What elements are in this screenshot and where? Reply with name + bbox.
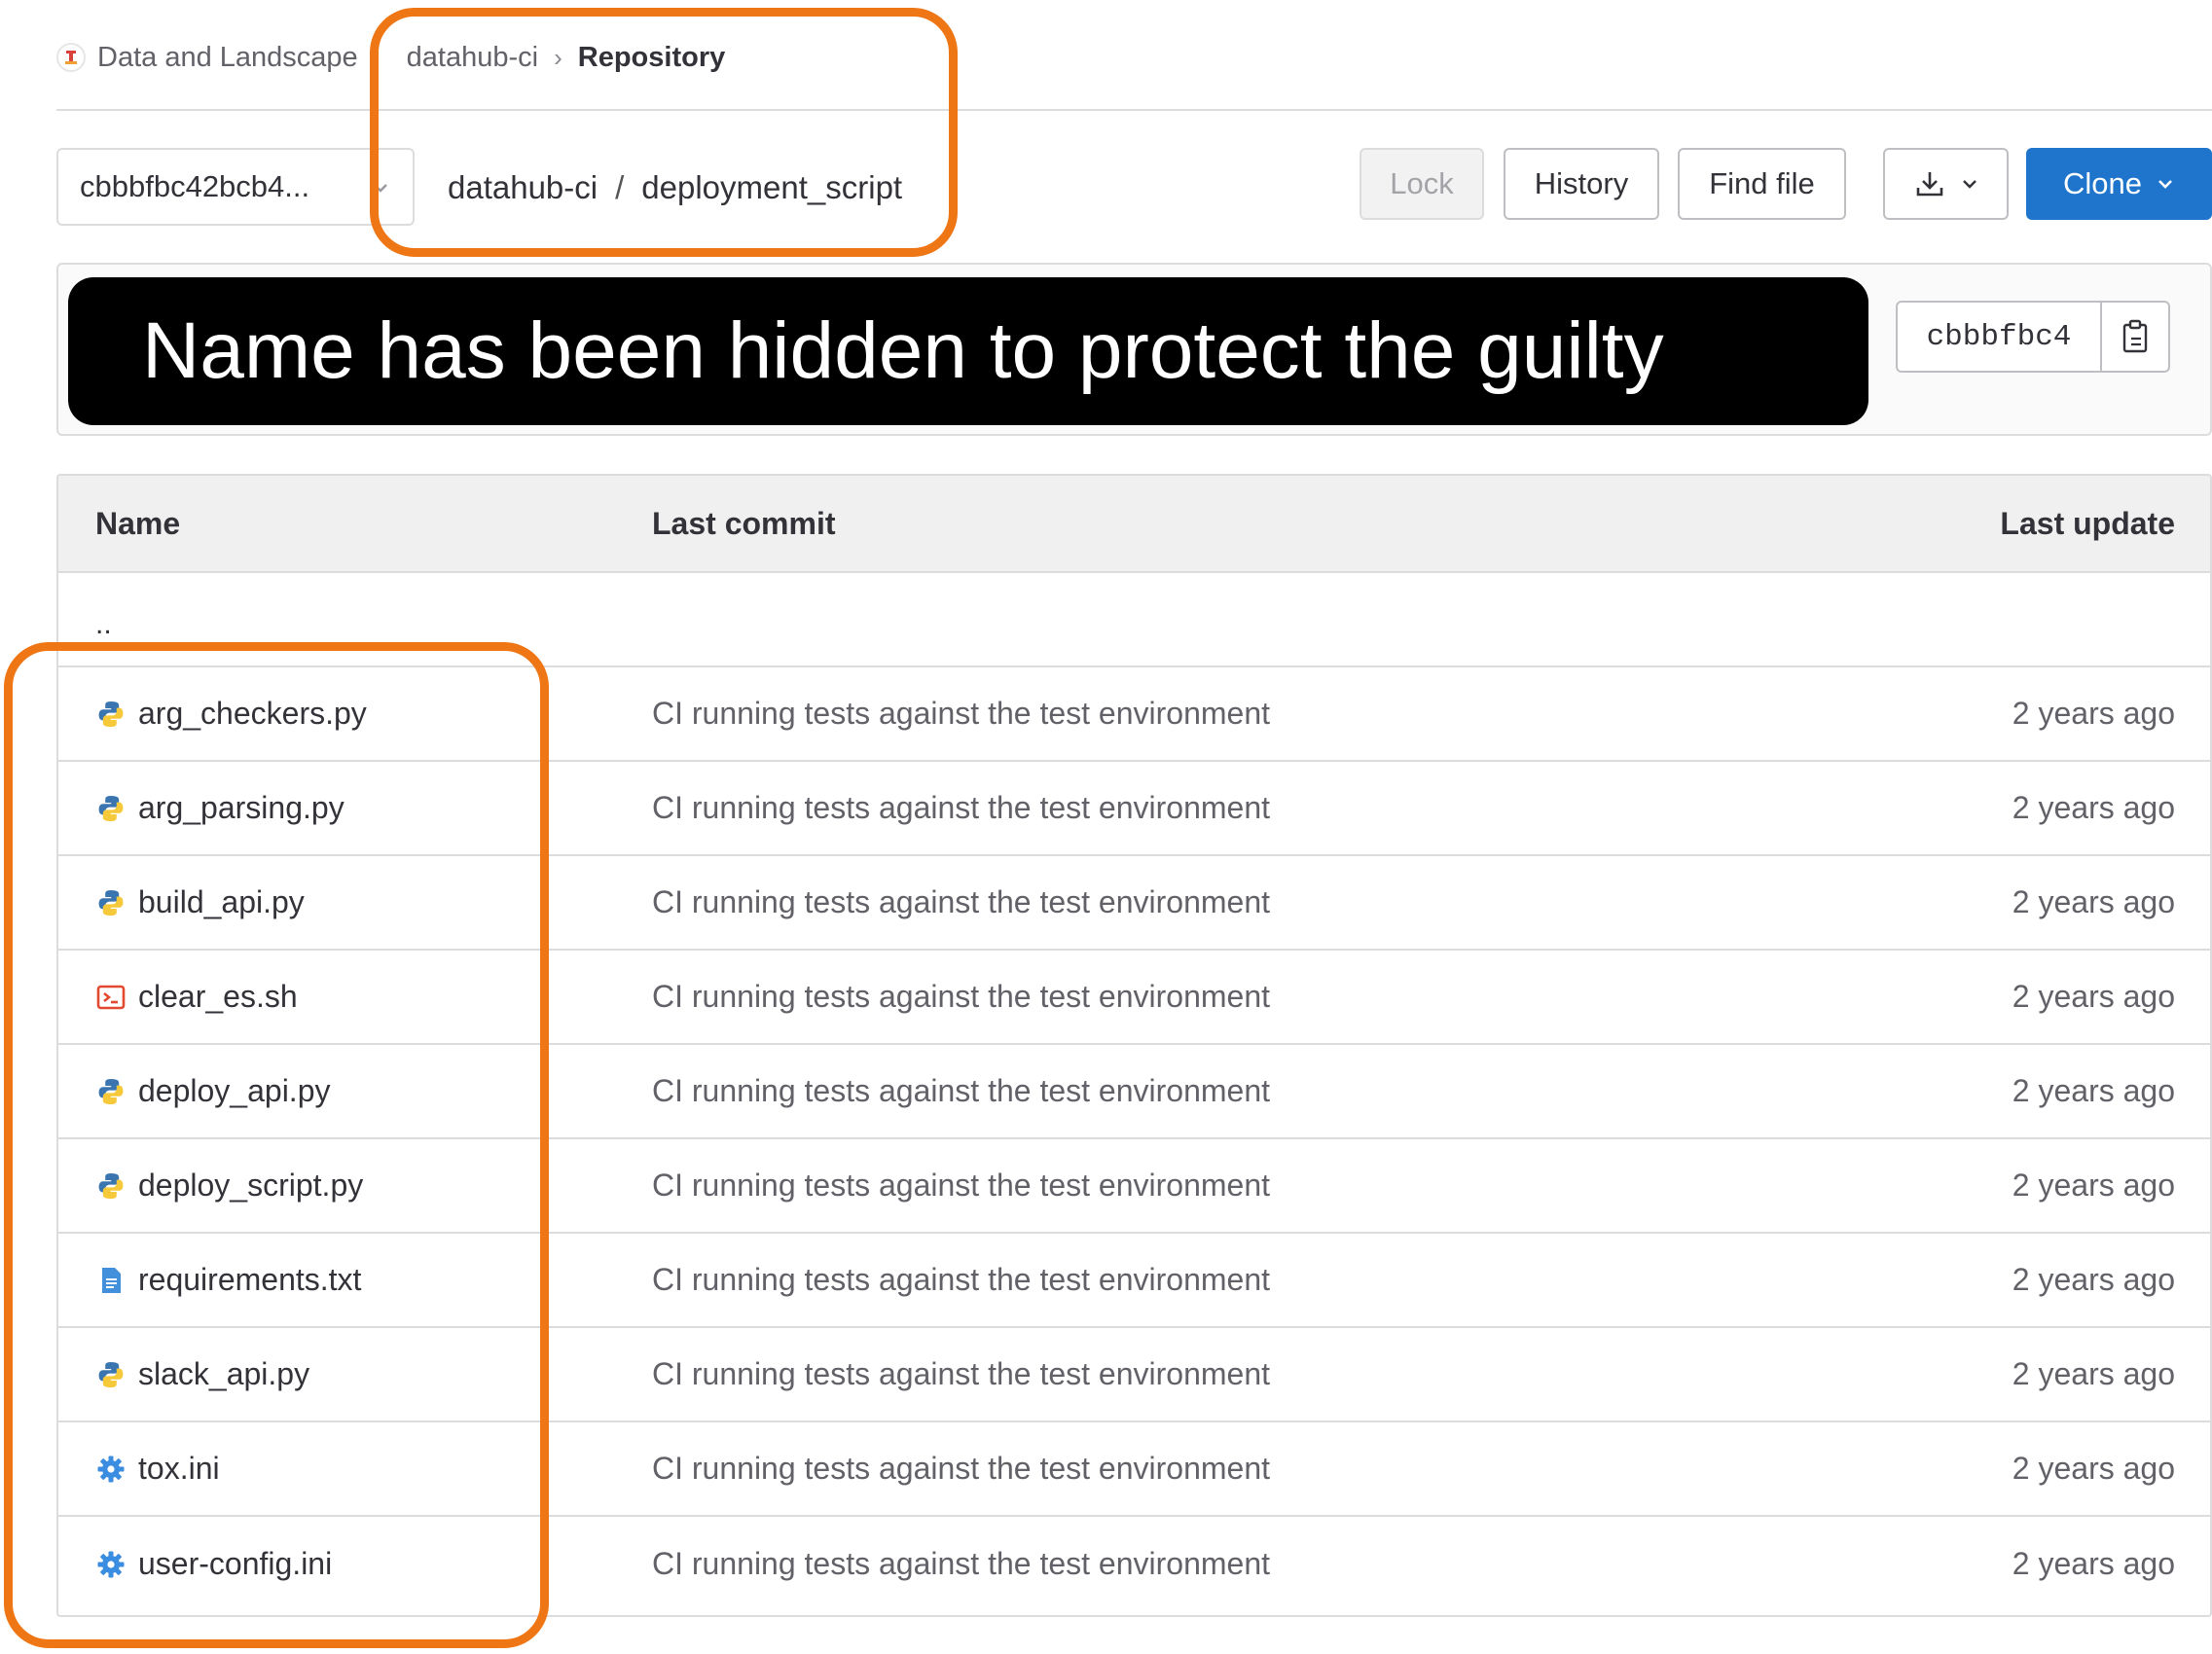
last-commit-link[interactable]: CI running tests against the test enviro… bbox=[652, 667, 1270, 760]
annotation-highlight-path bbox=[370, 8, 958, 257]
clone-button-label: Clone bbox=[2063, 166, 2142, 200]
annotation-highlight-filenames bbox=[4, 642, 549, 1648]
commit-sha-link[interactable]: cbbbfbc4 bbox=[1898, 303, 2102, 371]
branch-selector-label: cbbbfbc42bcb4... bbox=[80, 169, 310, 203]
last-update-time: 2 years ago bbox=[2012, 1451, 2175, 1486]
last-update-time: 2 years ago bbox=[2012, 790, 2175, 825]
last-update-time: 2 years ago bbox=[2012, 1073, 2175, 1108]
download-button[interactable] bbox=[1883, 148, 2009, 220]
table-header: Name Last commit Last update bbox=[58, 476, 2210, 573]
lock-button[interactable]: Lock bbox=[1360, 148, 1484, 220]
last-update-time: 2 years ago bbox=[2012, 696, 2175, 731]
last-commit-link[interactable]: CI running tests against the test enviro… bbox=[652, 1328, 1270, 1420]
history-button[interactable]: History bbox=[1504, 148, 1659, 220]
copy-sha-button[interactable] bbox=[2102, 303, 2168, 371]
column-header-last-update: Last update bbox=[2000, 505, 2175, 541]
clipboard-icon bbox=[2122, 319, 2148, 353]
last-commit-link[interactable]: CI running tests against the test enviro… bbox=[652, 1139, 1270, 1232]
last-update-time: 2 years ago bbox=[2012, 884, 2175, 919]
last-update-time: 2 years ago bbox=[2012, 1356, 2175, 1391]
last-commit-link[interactable]: CI running tests against the test enviro… bbox=[652, 951, 1270, 1043]
last-commit-link[interactable]: CI running tests against the test enviro… bbox=[652, 856, 1270, 949]
last-update-time: 2 years ago bbox=[2012, 1168, 2175, 1203]
download-icon bbox=[1916, 172, 1942, 197]
last-update-time: 2 years ago bbox=[2012, 1546, 2175, 1581]
last-commit-link[interactable]: CI running tests against the test enviro… bbox=[652, 1517, 1270, 1611]
last-commit-link[interactable]: CI running tests against the test enviro… bbox=[652, 1045, 1270, 1137]
last-commit-link[interactable]: CI running tests against the test enviro… bbox=[652, 762, 1270, 854]
find-file-button[interactable]: Find file bbox=[1678, 148, 1846, 220]
group-avatar-icon bbox=[56, 43, 86, 72]
redaction-banner: Name has been hidden to protect the guil… bbox=[68, 277, 1868, 425]
last-update-time: 2 years ago bbox=[2012, 979, 2175, 1014]
column-header-name: Name bbox=[95, 505, 181, 541]
last-commit-link[interactable]: CI running tests against the test enviro… bbox=[652, 1422, 1270, 1515]
commit-sha-group: cbbbfbc4 bbox=[1896, 301, 2170, 373]
last-commit-link[interactable]: CI running tests against the test enviro… bbox=[652, 1234, 1270, 1326]
branch-selector[interactable]: cbbbfbc42bcb4... bbox=[56, 148, 415, 226]
chevron-down-icon bbox=[2158, 180, 2172, 189]
column-header-last-commit: Last commit bbox=[652, 505, 836, 541]
clone-button[interactable]: Clone bbox=[2026, 148, 2212, 220]
breadcrumb-group-link[interactable]: Data and Landscape bbox=[97, 42, 358, 74]
last-update-time: 2 years ago bbox=[2012, 1262, 2175, 1297]
chevron-down-icon bbox=[1962, 180, 1976, 189]
